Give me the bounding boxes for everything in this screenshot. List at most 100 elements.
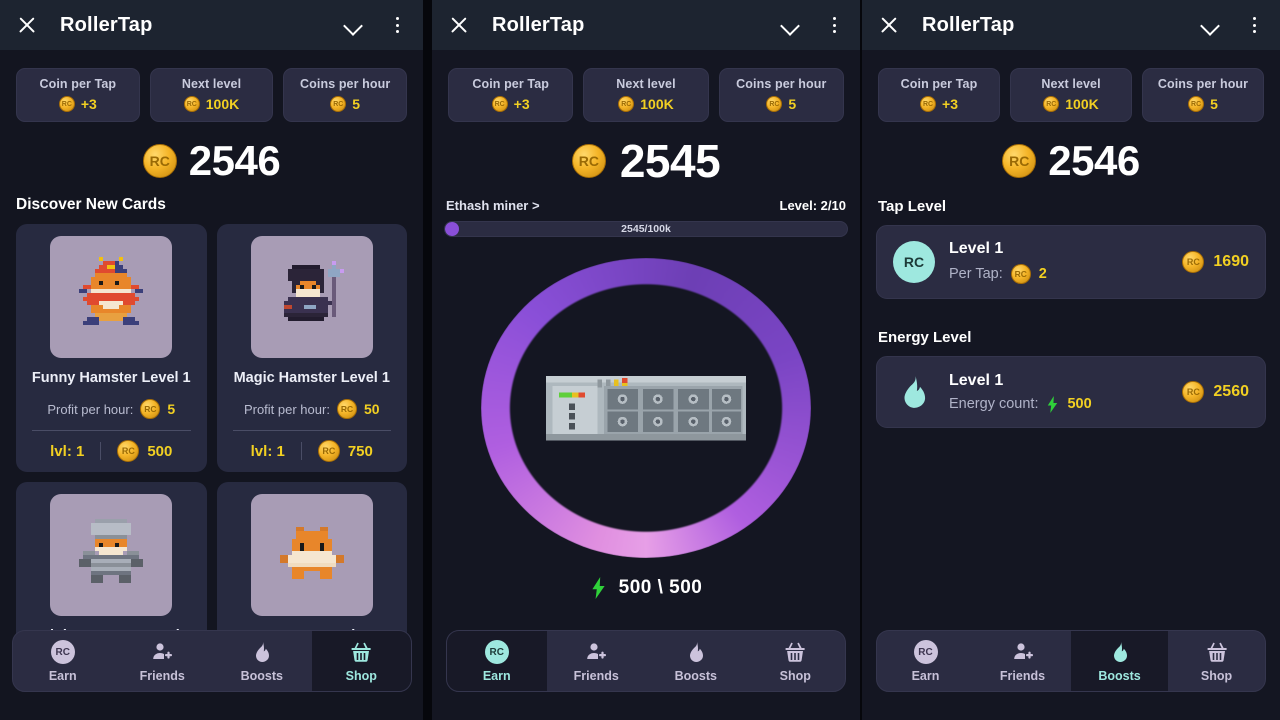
stat-value-wrap: RC +3 bbox=[883, 96, 995, 112]
coin-icon: RC bbox=[920, 96, 937, 112]
mage-hamster-icon bbox=[283, 261, 344, 321]
nav-label: Boosts bbox=[1098, 669, 1141, 683]
nav-item-shop[interactable]: Shop bbox=[1168, 631, 1265, 691]
stat-value: 5 bbox=[788, 96, 797, 112]
panel-boosts: RollerTap Coin per Tap RC +3 Next level … bbox=[862, 0, 1280, 720]
tap-level-card[interactable]: RC Level 1 Per Tap: RC 2 RC 1690 bbox=[876, 225, 1266, 299]
basket-icon bbox=[348, 639, 374, 665]
energy-level-cost: RC 2560 bbox=[1182, 381, 1249, 403]
shop-content: Coin per Tap RC +3 Next level RC 100K Co… bbox=[0, 50, 423, 720]
card-thumbnail bbox=[250, 236, 373, 358]
nav-label: Friends bbox=[999, 669, 1046, 683]
card-price: RC 500 bbox=[101, 440, 173, 463]
card-profit-value: 50 bbox=[363, 401, 380, 418]
stat-value: +3 bbox=[80, 96, 97, 112]
energy-count-value: 500 bbox=[1067, 396, 1092, 412]
stat-coin-per-tap: Coin per Tap RC +3 bbox=[16, 68, 140, 122]
boosts-content: Coin per Tap RC +3 Next level RC 100K Co… bbox=[862, 50, 1280, 720]
nav-item-friends[interactable]: Friends bbox=[547, 631, 647, 691]
balance-amount: 2545 bbox=[619, 135, 721, 187]
tap-level-title-text: Level 1 bbox=[949, 240, 1004, 257]
coin-icon: RC bbox=[1188, 96, 1205, 112]
per-tap-label: Per Tap: bbox=[949, 266, 1003, 282]
stat-label: Coin per Tap bbox=[472, 77, 549, 91]
app-title: RollerTap bbox=[492, 13, 585, 36]
nav-item-boosts[interactable]: Boosts bbox=[212, 631, 312, 691]
nav-label: Shop bbox=[779, 669, 811, 683]
card-divider bbox=[232, 430, 391, 432]
nav-label: Earn bbox=[911, 669, 940, 683]
jester-hamster-icon bbox=[79, 257, 144, 325]
nav-item-shop[interactable]: Shop bbox=[746, 631, 846, 691]
energy-level-title: Energy Level bbox=[878, 329, 972, 346]
nav-item-friends[interactable]: Friends bbox=[974, 631, 1071, 691]
tap-level-title: Tap Level bbox=[878, 198, 947, 215]
rc-coin-icon: RC bbox=[142, 144, 177, 178]
per-tap-value: 2 bbox=[1038, 266, 1047, 282]
stat-coins-per-hour: Coins per hour RC 5 bbox=[283, 68, 408, 122]
nav-item-earn[interactable]: RC Earn bbox=[447, 631, 547, 691]
rc-coin-icon: RC bbox=[484, 639, 510, 665]
more-vertical-icon[interactable] bbox=[1244, 13, 1266, 37]
chevron-down-icon[interactable] bbox=[778, 13, 802, 37]
stat-label: Coins per hour bbox=[736, 77, 827, 91]
nav-item-boosts[interactable]: Boosts bbox=[646, 631, 746, 691]
chevron-down-icon[interactable] bbox=[1198, 13, 1222, 37]
energy-level-card[interactable]: Level 1 Energy count: 500 RC 2560 bbox=[876, 356, 1266, 428]
plain-hamster-icon bbox=[279, 527, 344, 580]
stat-label: Coins per hour bbox=[300, 77, 391, 91]
energy-level-info: Level 1 Energy count: 500 bbox=[949, 372, 1168, 413]
person-add-icon bbox=[149, 639, 175, 665]
titlebar-earn: RollerTap bbox=[432, 0, 860, 50]
coin-icon: RC bbox=[618, 96, 635, 112]
coin-icon: RC bbox=[1182, 381, 1205, 403]
coin-icon: RC bbox=[1043, 96, 1060, 112]
shop-card[interactable]: Funny Hamster Level 1 Profit per hour: R… bbox=[16, 224, 207, 473]
close-icon[interactable] bbox=[14, 12, 40, 38]
more-vertical-icon[interactable] bbox=[824, 13, 846, 37]
flame-icon bbox=[893, 371, 935, 413]
card-thumbnail bbox=[50, 494, 173, 617]
rc-coin-icon: RC bbox=[893, 241, 935, 283]
stat-value-wrap: RC 100K bbox=[588, 96, 703, 112]
card-level: lvl: 1 bbox=[250, 442, 285, 460]
tap-level-cost-value: 1690 bbox=[1213, 253, 1249, 270]
nav-item-friends[interactable]: Friends bbox=[113, 631, 213, 691]
card-footer: lvl: 1 RC 500 bbox=[26, 440, 197, 463]
stat-value-wrap: RC 100K bbox=[1015, 96, 1127, 112]
bottom-nav-shop: RC Earn Friends Boosts Shop bbox=[12, 630, 412, 692]
miner-progress-bar: 2545/100k bbox=[444, 221, 848, 237]
energy-display: 500 \ 500 bbox=[432, 577, 860, 599]
balance-earn: RC 2545 bbox=[432, 138, 860, 184]
shop-card[interactable]: Magic Hamster Level 1 Profit per hour: R… bbox=[216, 224, 407, 473]
nav-item-earn[interactable]: RC Earn bbox=[877, 631, 974, 691]
nav-item-earn[interactable]: RC Earn bbox=[13, 631, 113, 691]
more-vertical-icon[interactable] bbox=[387, 13, 409, 37]
close-icon[interactable] bbox=[876, 12, 902, 38]
stat-value-wrap: RC 100K bbox=[155, 96, 269, 112]
stat-value: 100K bbox=[205, 96, 240, 112]
tap-button[interactable] bbox=[481, 258, 811, 558]
nav-label: Earn bbox=[482, 669, 511, 683]
panel-divider bbox=[423, 0, 432, 720]
nav-item-shop[interactable]: Shop bbox=[311, 631, 411, 691]
rc-coin-icon: RC bbox=[50, 639, 76, 665]
energy-value: 500 \ 500 bbox=[618, 577, 703, 598]
stat-next-level: Next level RC 100K bbox=[583, 68, 709, 122]
coin-icon: RC bbox=[117, 440, 140, 463]
coin-icon: RC bbox=[140, 399, 161, 420]
stat-label: Next level bbox=[181, 77, 242, 91]
coin-icon: RC bbox=[766, 96, 783, 112]
miner-name-link[interactable]: Ethash miner > bbox=[446, 198, 540, 213]
energy-level-sub: Energy count: 500 bbox=[949, 395, 1168, 413]
chevron-down-icon[interactable] bbox=[341, 13, 365, 37]
nav-item-boosts[interactable]: Boosts bbox=[1071, 631, 1168, 691]
card-name: Funny Hamster Level 1 bbox=[31, 370, 191, 386]
close-icon[interactable] bbox=[446, 12, 472, 38]
app-screen: RollerTap Coin per Tap RC +3 Next level … bbox=[0, 0, 1280, 720]
nav-label: Friends bbox=[573, 669, 619, 683]
card-price-value: 500 bbox=[147, 442, 173, 460]
nav-label: Friends bbox=[139, 669, 185, 683]
progress-text: 2545/100k bbox=[621, 223, 671, 235]
stat-coins-per-hour: Coins per hour RC 5 bbox=[718, 68, 844, 122]
